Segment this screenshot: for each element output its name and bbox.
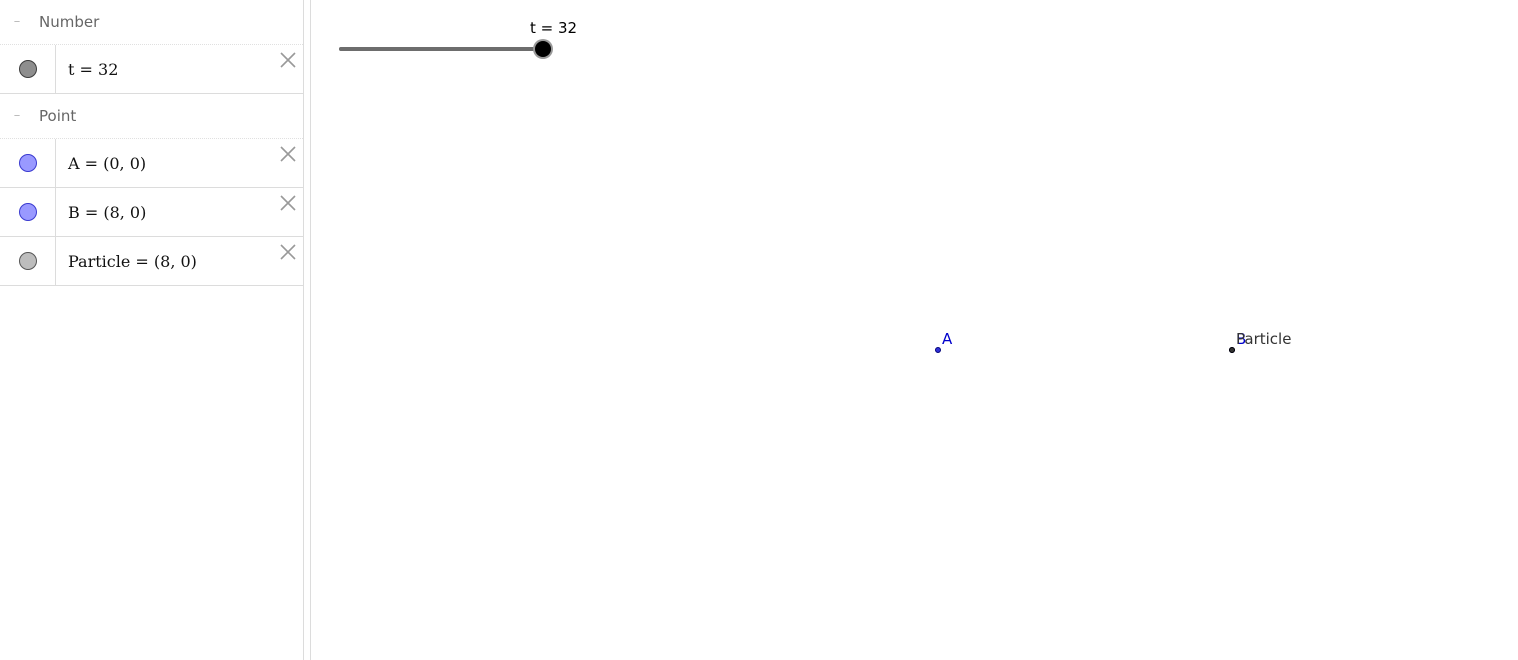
algebra-row-t[interactable]: t = 32	[0, 45, 303, 94]
point-a-label: A	[942, 330, 953, 348]
delete-icon[interactable]	[279, 51, 297, 69]
slider-t[interactable]	[339, 41, 551, 57]
slider-caption: t = 32	[530, 19, 578, 37]
visibility-toggle-icon[interactable]	[18, 203, 37, 221]
algebra-expression[interactable]: t = 32	[68, 60, 118, 79]
geogebra-app: – Number t = 32 – Point A = (0, 0) B = (…	[0, 0, 1518, 660]
algebra-expression[interactable]: Particle = (8, 0)	[68, 252, 197, 271]
delete-icon[interactable]	[279, 194, 297, 212]
marble-cell	[0, 188, 56, 236]
marble-cell	[0, 139, 56, 187]
collapse-icon[interactable]: –	[11, 109, 23, 122]
algebra-expression[interactable]: A = (0, 0)	[68, 154, 146, 173]
algebra-view: – Number t = 32 – Point A = (0, 0) B = (…	[0, 0, 304, 660]
algebra-expression[interactable]: B = (8, 0)	[68, 203, 146, 222]
point-particle[interactable]	[1229, 347, 1235, 353]
point-particle-label: Particle	[1236, 330, 1292, 348]
delete-icon[interactable]	[279, 243, 297, 261]
visibility-toggle-icon[interactable]	[18, 60, 37, 78]
view-splitter[interactable]	[304, 0, 311, 660]
algebra-row-A[interactable]: A = (0, 0)	[0, 139, 303, 188]
collapse-icon[interactable]: –	[11, 15, 23, 28]
slider-fill	[339, 47, 543, 51]
slider-thumb[interactable]	[535, 41, 551, 57]
delete-icon[interactable]	[279, 145, 297, 163]
algebra-row-particle[interactable]: Particle = (8, 0)	[0, 237, 303, 286]
group-header-point[interactable]: – Point	[0, 94, 303, 139]
marble-cell	[0, 45, 56, 93]
visibility-toggle-icon[interactable]	[18, 154, 37, 172]
group-label: Number	[39, 13, 100, 31]
algebra-row-B[interactable]: B = (8, 0)	[0, 188, 303, 237]
graphics-view[interactable]: t = 32 A B Particle	[311, 0, 1518, 660]
visibility-toggle-icon[interactable]	[18, 252, 37, 270]
group-label: Point	[39, 107, 77, 125]
marble-cell	[0, 237, 56, 285]
point-a[interactable]	[935, 347, 941, 353]
group-header-number[interactable]: – Number	[0, 0, 303, 45]
